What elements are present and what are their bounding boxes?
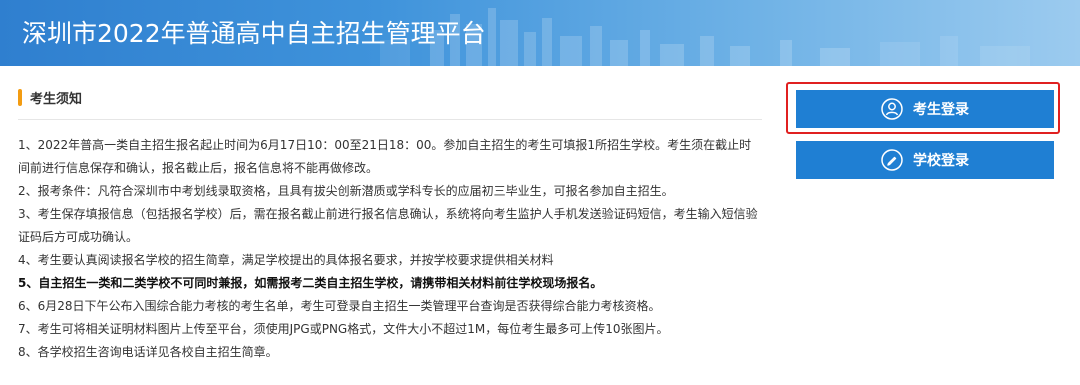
header-banner: 深圳市2022年普通高中自主招生管理平台 — [0, 0, 1080, 66]
notice-item: 3、考生保存填报信息（包括报名学校）后，需在报名截止前进行报名信息确认，系统将向… — [18, 207, 758, 244]
notice-header: 考生须知 — [18, 88, 82, 107]
notice-item: 7、考生可将相关证明材料图片上传至平台，须使用JPG或PNG格式，文件大小不超过… — [18, 322, 669, 336]
notice-title: 考生须知 — [30, 92, 83, 107]
school-login-button[interactable]: 学校登录 — [796, 141, 1054, 179]
notice-item: 4、考生要认真阅读报名学校的招生简章，满足学校提出的具体报名要求，并按学校要求提… — [18, 253, 554, 267]
student-login-button[interactable]: 考生登录 — [796, 90, 1054, 128]
user-icon — [881, 98, 903, 120]
page-title: 深圳市2022年普通高中自主招生管理平台 — [22, 19, 486, 48]
notice-item-emphasis: 5、自主招生一类和二类学校不可同时兼报，如需报考二类自主招生学校，请携带相关材料… — [18, 276, 603, 290]
notice-accent-bar — [18, 89, 22, 106]
notice-item: 2、报考条件：凡符合深圳市中考划线录取资格，且具有拔尖创新潜质或学科专长的应届初… — [18, 184, 674, 198]
divider — [18, 119, 762, 120]
notice-panel: 考生须知 1、2022年普高一类自主招生报名起止时间为6月17日10：00至21… — [6, 66, 766, 385]
pencil-icon — [881, 149, 903, 171]
school-login-label: 学校登录 — [913, 153, 969, 169]
notice-item: 8、各学校招生咨询电话详见各校自主招生简章。 — [18, 345, 278, 359]
notice-list: 1、2022年普高一类自主招生报名起止时间为6月17日10：00至21日18：0… — [18, 134, 758, 364]
notice-item: 6、6月28日下午公布入围综合能力考核的考生名单，考生可登录自主招生一类管理平台… — [18, 299, 661, 313]
student-login-label: 考生登录 — [913, 102, 969, 118]
notice-item: 1、2022年普高一类自主招生报名起止时间为6月17日10：00至21日18：0… — [18, 138, 752, 175]
